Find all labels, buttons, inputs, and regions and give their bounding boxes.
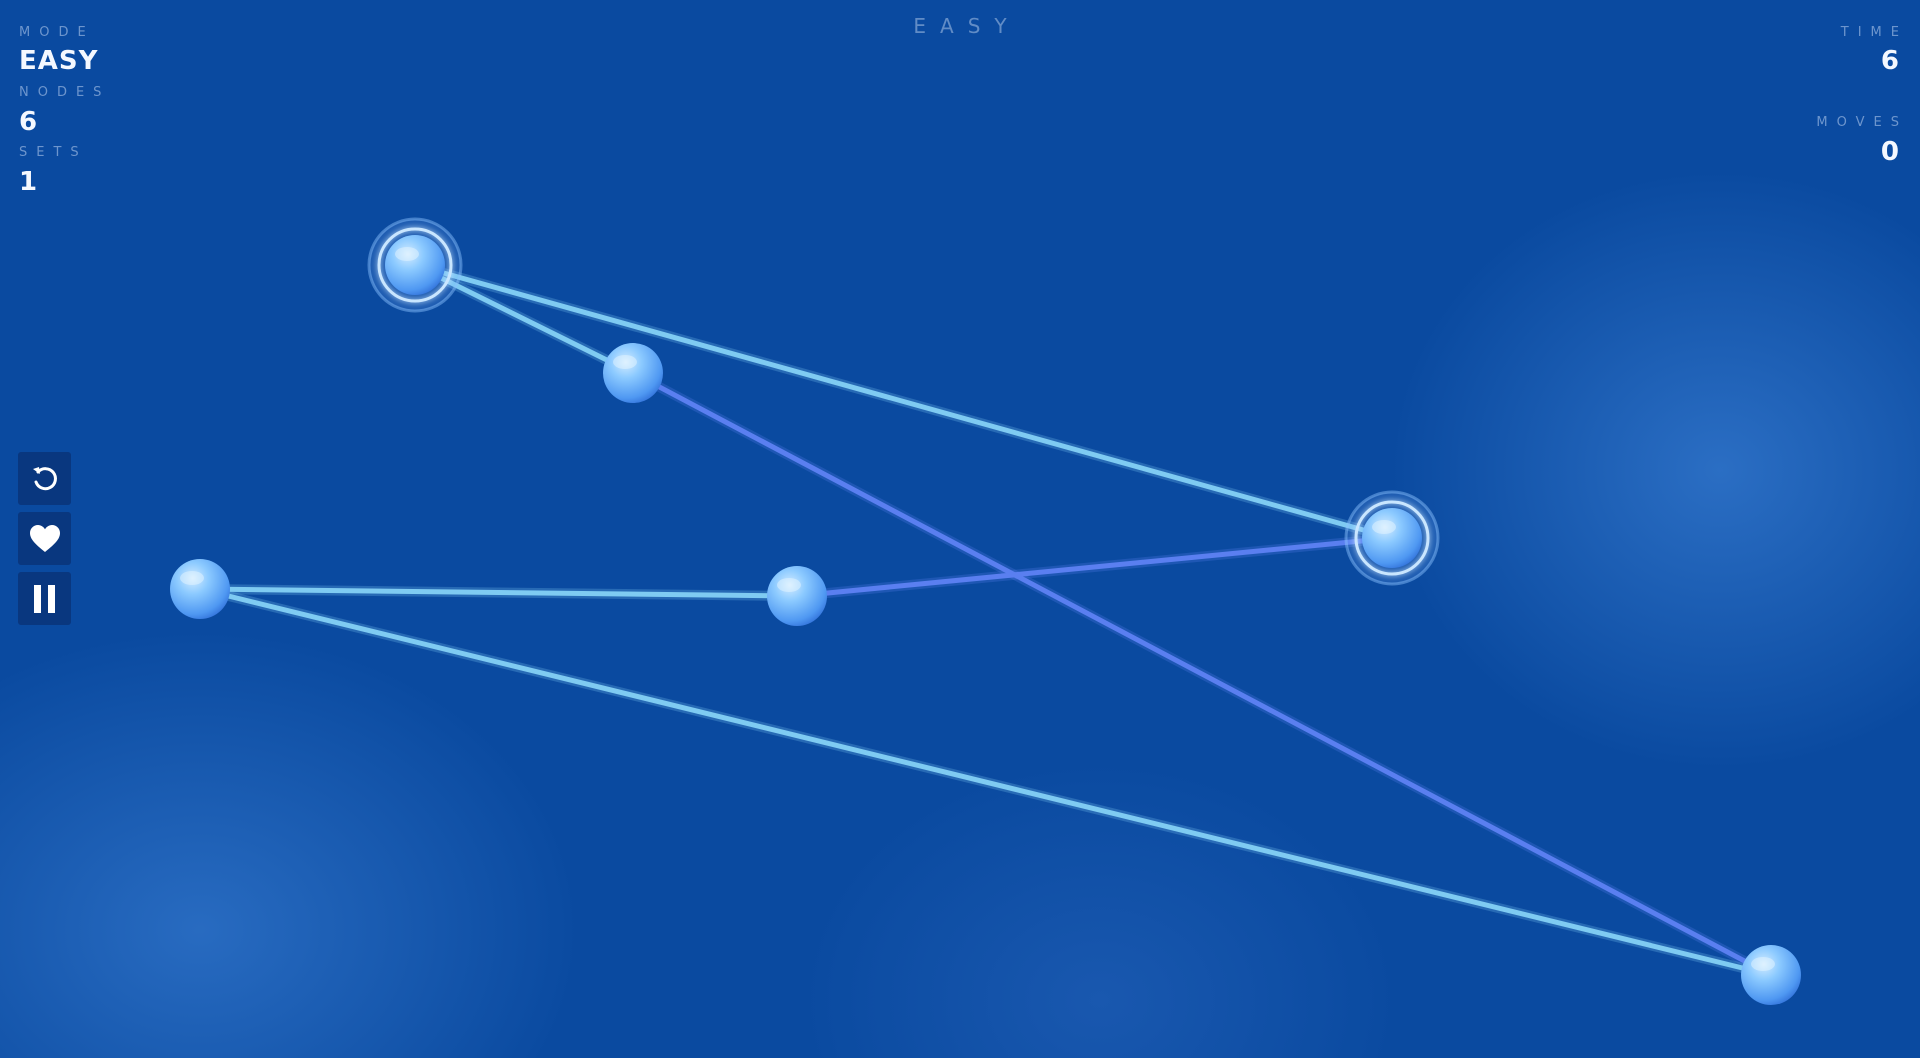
node-sphere [385,235,445,295]
node-sphere [1741,945,1801,1005]
pause-button[interactable] [18,572,71,625]
edge-n4-n5 [794,535,1395,599]
stat-nodes-value: 6 [19,107,39,137]
mode-title: EASY [913,14,1021,38]
node-sphere [603,343,663,403]
edges-layer [195,260,1776,980]
node-shine [1751,957,1775,971]
edge-n2-n6 [630,370,1774,978]
node-shine [1372,520,1396,534]
stat-time-value: 6 [1880,46,1900,76]
favorite-button[interactable] [18,512,71,565]
undo-button[interactable] [18,452,71,505]
node-n3[interactable] [170,559,230,619]
stat-sets-label: SETS [19,145,88,160]
edge-n1-n5 [412,262,1395,541]
node-shine [395,247,419,261]
stat-moves-value: 0 [1880,137,1900,167]
nodes-layer [170,217,1801,1005]
node-n1[interactable] [367,217,463,313]
edge-n3-n6 [197,586,1774,978]
node-sphere [767,566,827,626]
heart-icon [29,524,60,552]
pause-icon [33,584,55,613]
node-shine [777,578,801,592]
stat-mode-value: EASY [19,46,99,76]
game-board[interactable] [0,0,1920,1058]
node-n2[interactable] [603,343,663,403]
node-n6[interactable] [1741,945,1801,1005]
node-n4[interactable] [767,566,827,626]
node-sphere [1362,508,1422,568]
node-n5[interactable] [1344,490,1440,586]
node-shine [180,571,204,585]
node-sphere [170,559,230,619]
stat-time-label: TIME [1840,25,1908,40]
stat-moves-label: MOVES [1816,115,1908,130]
undo-icon [32,466,57,490]
stat-nodes-label: NODES [19,85,111,100]
node-shine [613,355,637,369]
stat-sets-value: 1 [19,167,39,197]
